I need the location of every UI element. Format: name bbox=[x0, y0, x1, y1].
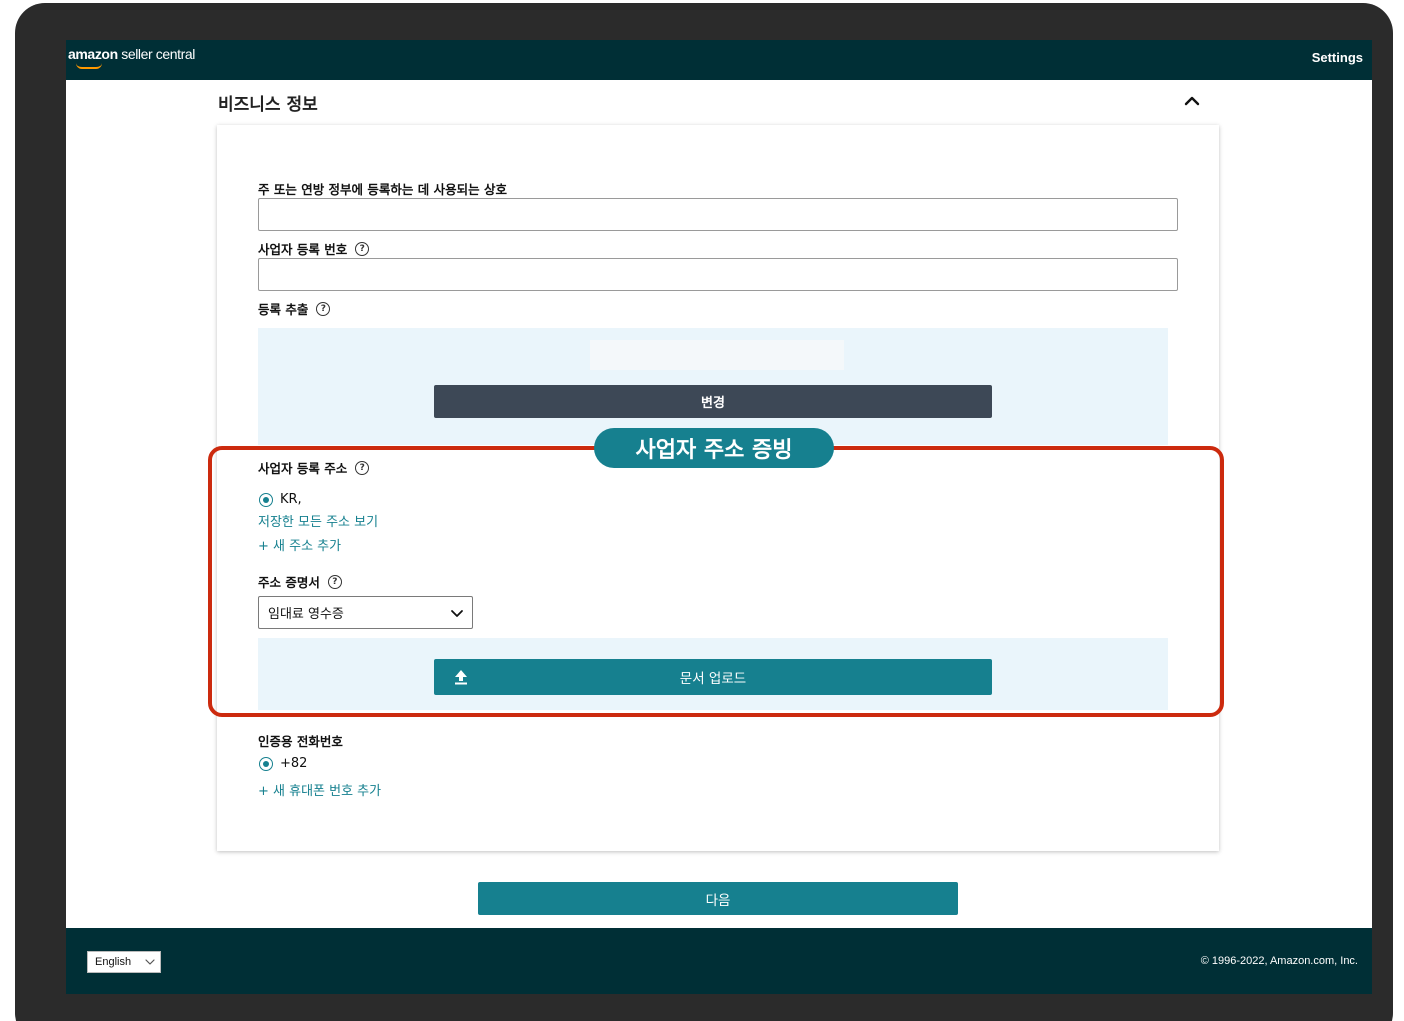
phone-radio[interactable] bbox=[259, 757, 273, 771]
business-address-label: 사업자 등록 주소 ? bbox=[258, 458, 370, 477]
view-all-addresses-link[interactable]: 저장한 모든 주소 보기 bbox=[258, 511, 378, 530]
address-proof-selected-value: 임대료 영수증 bbox=[268, 607, 344, 622]
page-title: 비즈니스 정보 bbox=[218, 95, 318, 115]
logo-product-text: seller central bbox=[117, 46, 195, 62]
add-phone-link[interactable]: + 새 휴대폰 번호 추가 bbox=[258, 780, 381, 799]
next-button[interactable]: 다음 bbox=[478, 882, 958, 915]
language-selected-value: English bbox=[95, 956, 132, 968]
upload-panel: 문서 업로드 bbox=[258, 638, 1168, 710]
business-name-label: 주 또는 연방 정부에 등록하는 데 사용되는 상호 bbox=[258, 179, 507, 198]
phone-option-text: +82 bbox=[280, 756, 308, 771]
business-name-label-text: 주 또는 연방 정부에 등록하는 데 사용되는 상호 bbox=[258, 182, 507, 197]
address-proof-label: 주소 증명서 ? bbox=[258, 572, 342, 591]
address-proof-label-text: 주소 증명서 bbox=[258, 575, 320, 590]
uploaded-file-placeholder bbox=[590, 340, 844, 370]
callout-label: 사업자 주소 증빙 bbox=[594, 428, 834, 468]
registration-number-label: 사업자 등록 번호 ? bbox=[258, 239, 370, 258]
business-name-input[interactable] bbox=[258, 198, 1178, 231]
chevron-down-icon bbox=[145, 959, 155, 965]
verification-phone-label-text: 인증용 전화번호 bbox=[258, 734, 343, 749]
device-frame: amazon seller central Settings 비즈니스 정보 주… bbox=[15, 3, 1393, 1021]
upload-document-label: 문서 업로드 bbox=[679, 671, 747, 687]
business-info-card: 주 또는 연방 정부에 등록하는 데 사용되는 상호 사업자 등록 번호 ? 등… bbox=[217, 125, 1219, 851]
address-radio[interactable] bbox=[259, 493, 273, 507]
change-button[interactable]: 변경 bbox=[434, 385, 992, 418]
address-option-text: KR, bbox=[280, 492, 302, 507]
help-icon[interactable]: ? bbox=[355, 460, 370, 475]
address-proof-select[interactable]: 임대료 영수증 bbox=[258, 596, 473, 629]
app-screen: amazon seller central Settings 비즈니스 정보 주… bbox=[66, 40, 1372, 994]
verification-phone-label: 인증용 전화번호 bbox=[258, 731, 343, 750]
amazon-smile-icon bbox=[76, 63, 102, 69]
footer: English © 1996-2022, Amazon.com, Inc. bbox=[66, 928, 1372, 994]
chevron-up-icon[interactable] bbox=[1182, 91, 1202, 111]
settings-link[interactable]: Settings bbox=[1312, 50, 1363, 65]
add-address-link[interactable]: + 새 주소 추가 bbox=[258, 535, 341, 554]
help-icon[interactable]: ? bbox=[316, 301, 331, 316]
logo-brand-text: amazon bbox=[68, 46, 118, 62]
registration-number-label-text: 사업자 등록 번호 bbox=[258, 242, 348, 257]
registration-extract-label: 등록 추출 ? bbox=[258, 299, 331, 318]
top-navigation-bar: amazon seller central Settings bbox=[66, 40, 1372, 80]
business-address-label-text: 사업자 등록 주소 bbox=[258, 461, 348, 476]
help-icon[interactable]: ? bbox=[355, 241, 370, 256]
registration-extract-label-text: 등록 추출 bbox=[258, 302, 309, 317]
registration-number-input[interactable] bbox=[258, 258, 1178, 291]
amazon-seller-central-logo[interactable]: amazon seller central bbox=[68, 46, 195, 72]
upload-icon bbox=[455, 670, 467, 685]
help-icon[interactable]: ? bbox=[327, 574, 342, 589]
copyright-text: © 1996-2022, Amazon.com, Inc. bbox=[1200, 955, 1358, 967]
upload-document-button[interactable]: 문서 업로드 bbox=[434, 659, 992, 695]
chevron-down-icon bbox=[451, 610, 463, 617]
language-select[interactable]: English bbox=[87, 951, 161, 973]
